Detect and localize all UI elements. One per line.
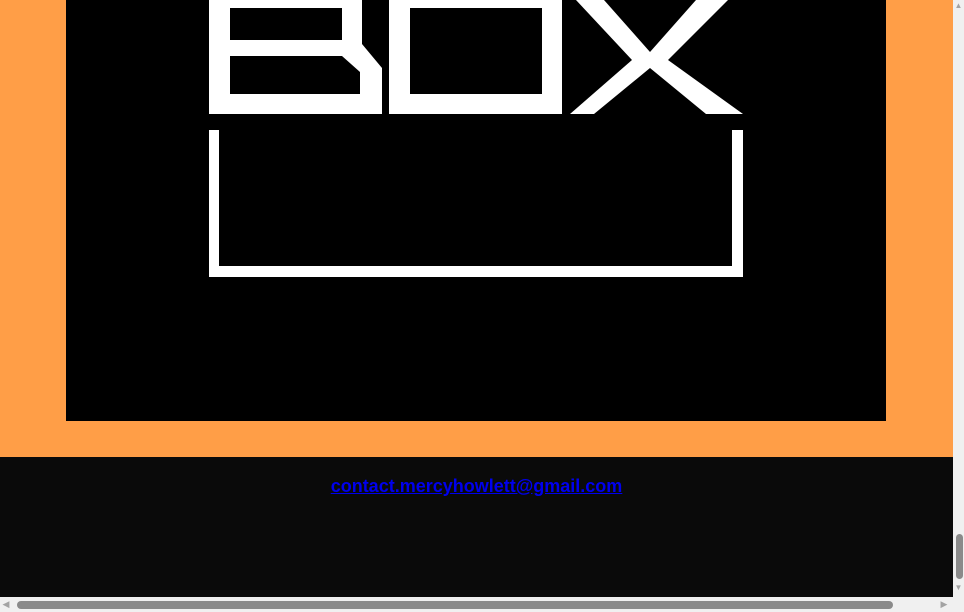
vertical-scroll-thumb[interactable] [956, 534, 963, 579]
scrollbar-corner [953, 597, 964, 612]
contact-email-link[interactable]: contact.mercyhowlett@gmail.com [0, 476, 953, 497]
logo-panel [66, 0, 886, 421]
scroll-up-arrow-icon[interactable]: ▲ [953, 0, 964, 12]
box-logo [66, 0, 886, 421]
page-viewport: contact.mercyhowlett@gmail.com [0, 0, 953, 597]
vertical-scrollbar[interactable]: ▲ ▼ [953, 0, 964, 597]
horizontal-scrollbar[interactable]: ◀ ▶ [0, 597, 953, 612]
hero-section [0, 0, 953, 457]
footer: contact.mercyhowlett@gmail.com [0, 457, 953, 597]
scroll-down-arrow-icon[interactable]: ▼ [953, 582, 964, 594]
horizontal-scroll-thumb[interactable] [17, 601, 893, 609]
scroll-left-arrow-icon[interactable]: ◀ [0, 597, 12, 612]
scroll-right-arrow-icon[interactable]: ▶ [938, 597, 950, 612]
